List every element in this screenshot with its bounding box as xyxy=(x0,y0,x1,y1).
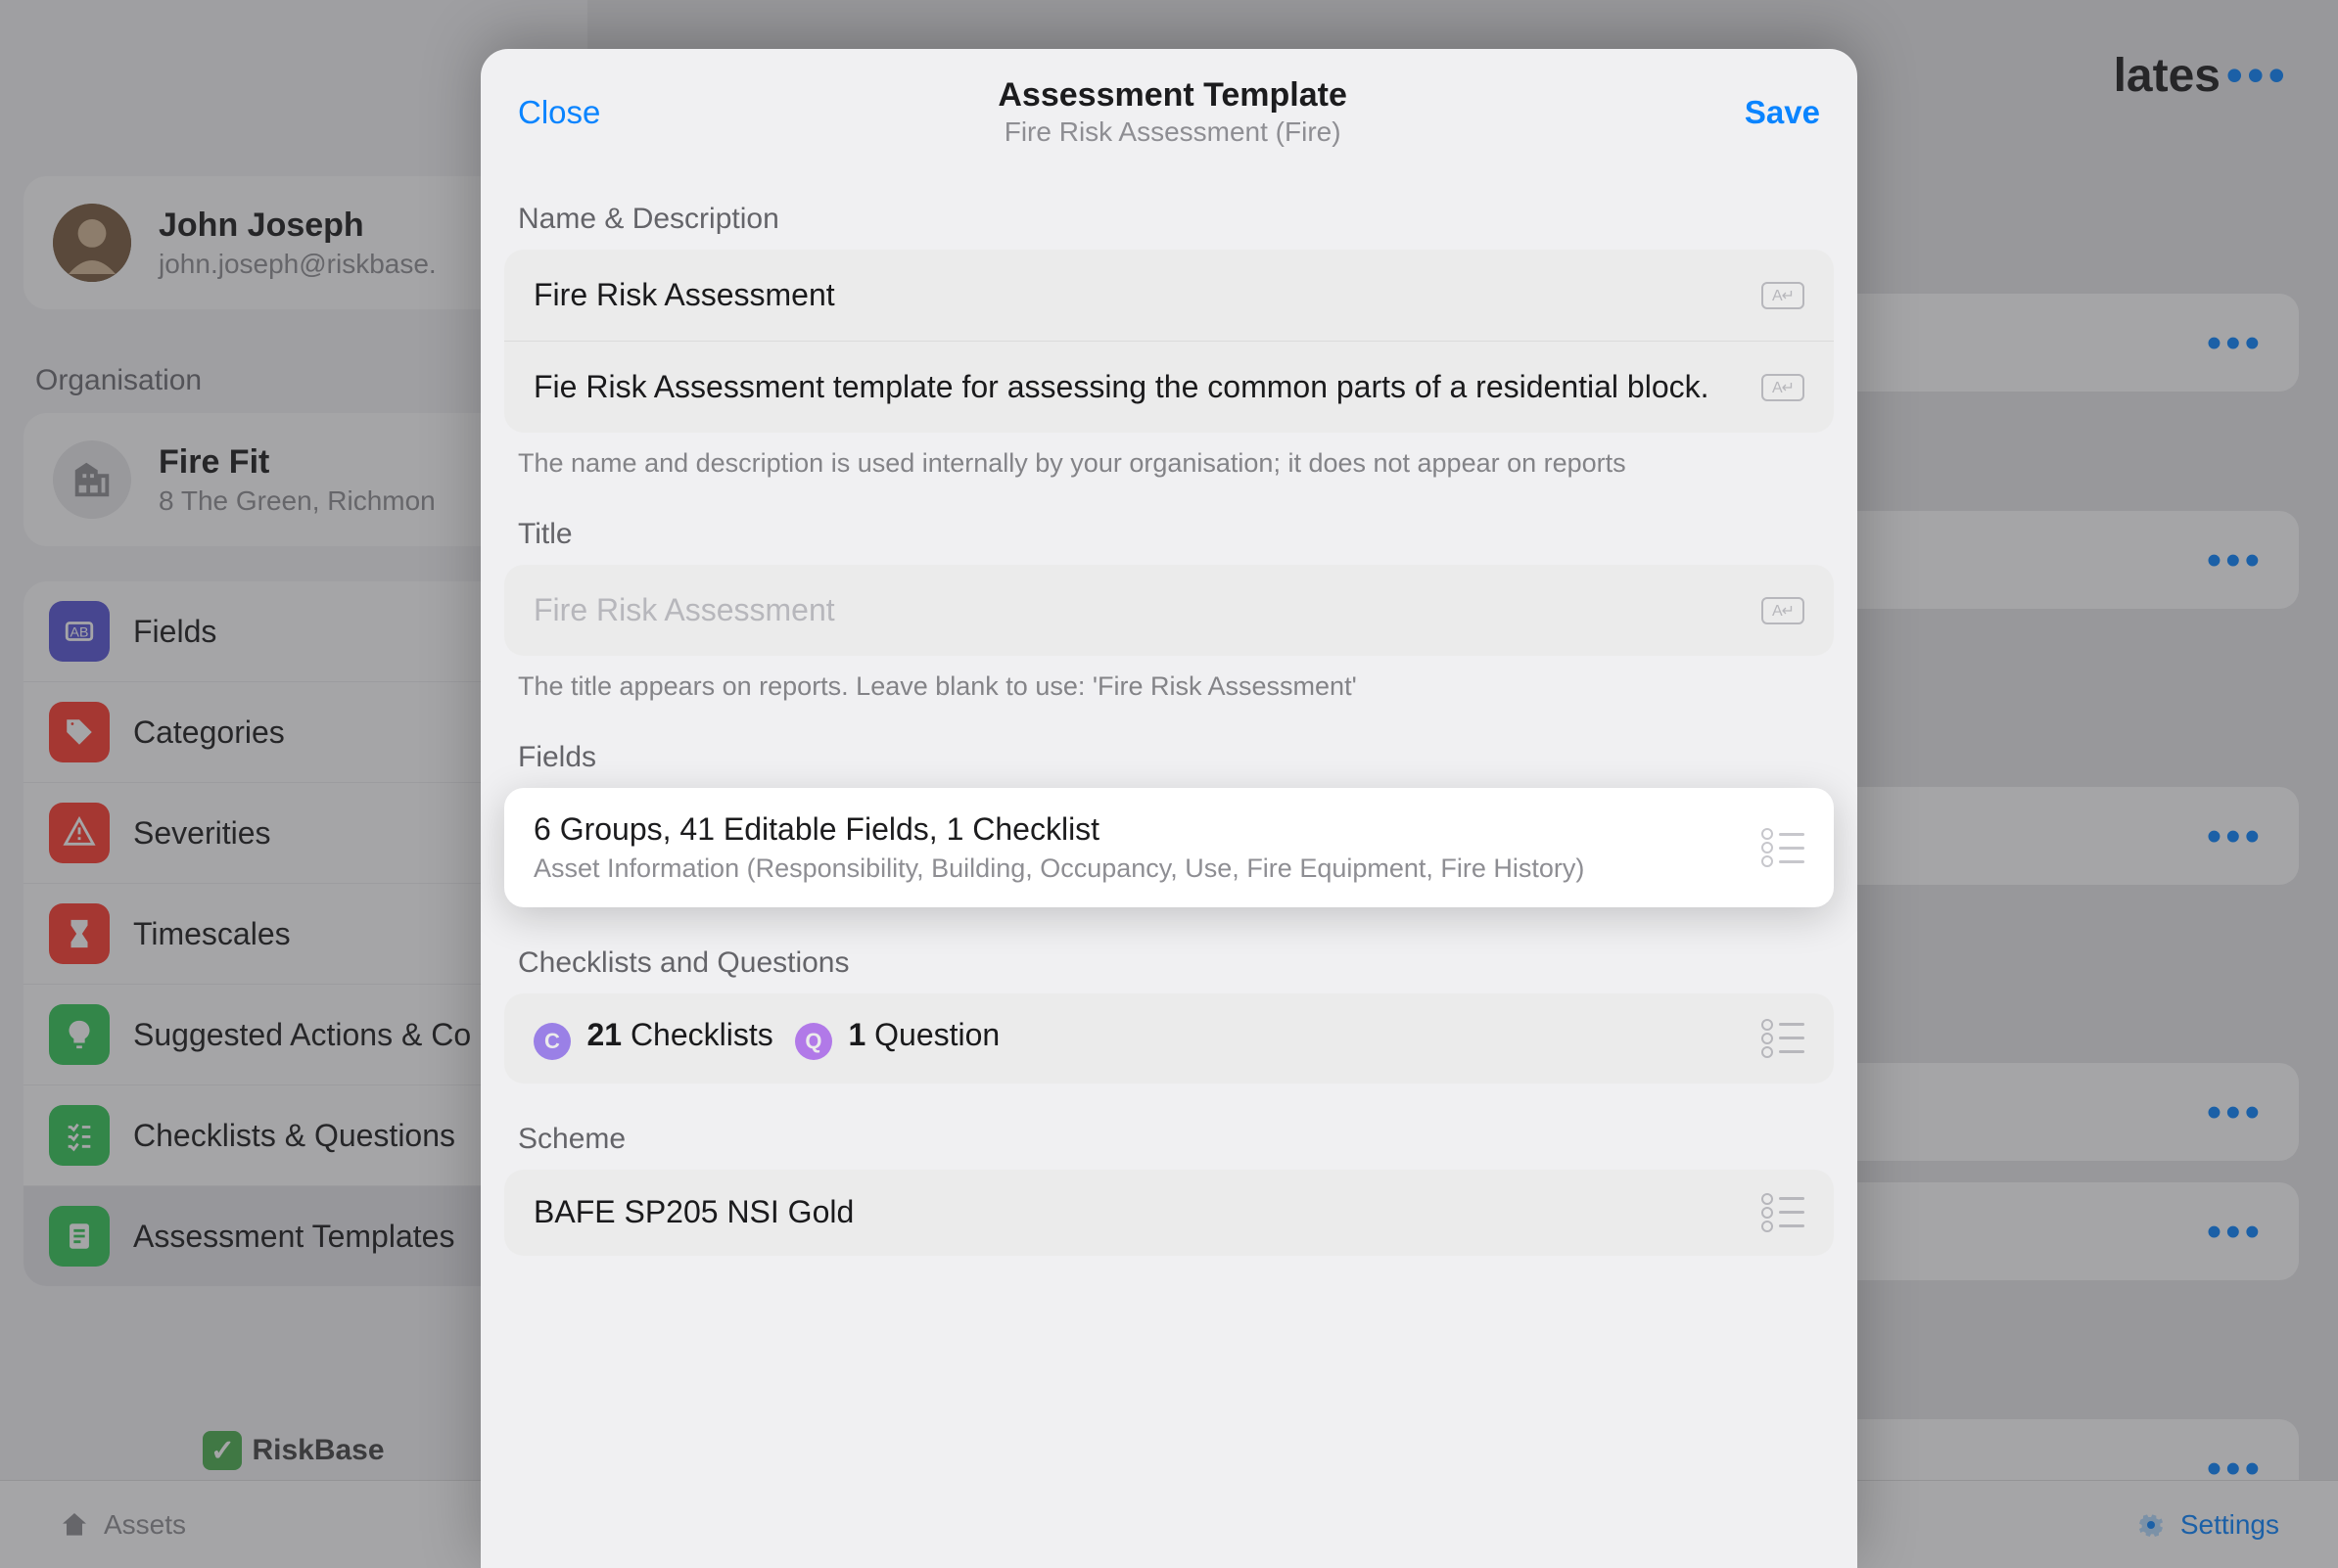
section-name-desc: Name & Description xyxy=(518,203,1834,236)
section-title: Title xyxy=(518,518,1834,551)
keyboard-icon xyxy=(1761,597,1804,624)
title-field[interactable]: Fire Risk Assessment xyxy=(504,565,1834,656)
fields-detail: Asset Information (Responsibility, Build… xyxy=(534,853,1748,884)
fields-card[interactable]: 6 Groups, 41 Editable Fields, 1 Checklis… xyxy=(504,788,1834,907)
keyboard-icon xyxy=(1761,374,1804,401)
keyboard-icon xyxy=(1761,282,1804,309)
scheme-value: BAFE SP205 NSI Gold xyxy=(534,1194,1748,1230)
close-button[interactable]: Close xyxy=(518,94,600,131)
description-field[interactable]: Fie Risk Assessment template for assessi… xyxy=(504,342,1834,433)
section-scheme: Scheme xyxy=(518,1123,1834,1156)
title-helper: The title appears on reports. Leave blan… xyxy=(518,671,1820,702)
name-value: Fire Risk Assessment xyxy=(534,277,1748,313)
modal-header: Close Assessment Template Fire Risk Asse… xyxy=(481,49,1857,175)
modal-sheet: Close Assessment Template Fire Risk Asse… xyxy=(481,49,1857,1568)
modal-subtitle: Fire Risk Assessment (Fire) xyxy=(998,116,1347,148)
name-field[interactable]: Fire Risk Assessment xyxy=(504,250,1834,342)
description-value: Fie Risk Assessment template for assessi… xyxy=(534,369,1748,405)
modal-body[interactable]: Name & Description Fire Risk Assessment … xyxy=(481,175,1857,1568)
name-desc-helper: The name and description is used interna… xyxy=(518,448,1820,479)
section-fields: Fields xyxy=(518,741,1834,774)
fields-summary: 6 Groups, 41 Editable Fields, 1 Checklis… xyxy=(534,811,1748,848)
checklists-card[interactable]: C 21 Checklists Q 1 Question xyxy=(504,993,1834,1084)
list-icon xyxy=(1761,1193,1804,1232)
q-badge: Q xyxy=(795,1023,832,1060)
c-badge: C xyxy=(534,1023,571,1060)
title-placeholder: Fire Risk Assessment xyxy=(534,592,1748,628)
modal-title: Assessment Template xyxy=(998,76,1347,115)
scheme-card[interactable]: BAFE SP205 NSI Gold xyxy=(504,1170,1834,1256)
list-icon xyxy=(1761,1019,1804,1058)
list-icon xyxy=(1761,828,1804,867)
questions-count: 1 Question xyxy=(848,1017,1000,1052)
save-button[interactable]: Save xyxy=(1745,94,1820,131)
checklists-count: 21 Checklists xyxy=(586,1017,772,1052)
section-checklists: Checklists and Questions xyxy=(518,946,1834,980)
